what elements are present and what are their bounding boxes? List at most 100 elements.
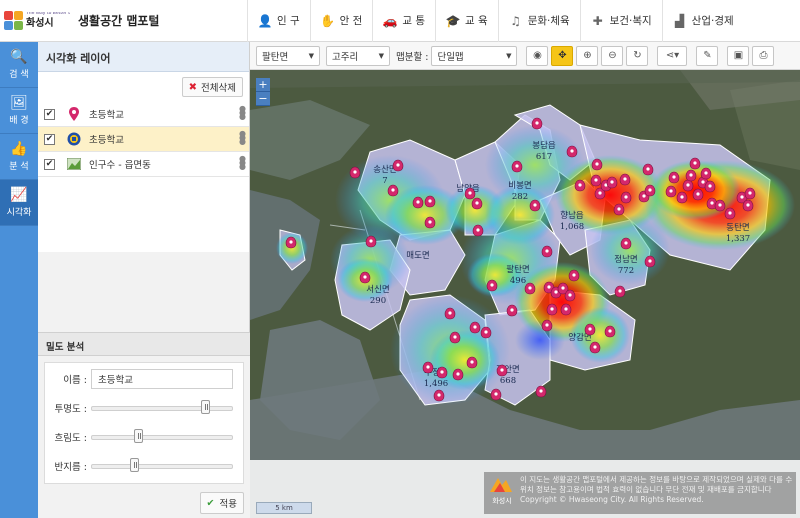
layer-checkbox[interactable]: ✔ [44,133,55,145]
layer-checkbox[interactable]: ✔ [44,108,55,120]
pan-button[interactable]: ✥ [551,45,574,66]
school-marker[interactable] [685,169,697,182]
school-marker[interactable] [531,117,543,130]
transparency-slider-thumb[interactable] [200,400,210,414]
name-input[interactable] [91,369,233,389]
district-select[interactable]: 팔탄면 ▼ [256,45,320,66]
school-marker[interactable] [704,180,716,193]
nav-item-5[interactable]: ✚ 보건·복지 [579,0,662,42]
layer-options-icon[interactable]: ● ● ● [239,105,246,121]
school-marker[interactable] [606,176,618,189]
school-marker[interactable] [472,224,484,237]
village-select[interactable]: 고주리 ▼ [326,45,390,66]
radius-slider-thumb[interactable] [129,458,139,472]
school-marker[interactable] [614,285,626,298]
map-zoom-in-button[interactable]: + [256,78,270,92]
school-marker[interactable] [524,282,536,295]
zoom-in-button[interactable]: ⊕ [576,45,599,66]
school-marker[interactable] [574,179,586,192]
school-marker[interactable] [541,319,553,332]
school-marker[interactable] [689,157,701,170]
layer-row-2[interactable]: ✔ 인구수 - 읍면동 ● ● ● [38,152,249,177]
school-marker[interactable] [642,163,654,176]
school-marker[interactable] [471,197,483,210]
school-marker[interactable] [466,356,478,369]
school-marker[interactable] [464,187,476,200]
layer-row-0[interactable]: ✔ 초등학교 ● ● ● [38,102,249,127]
school-marker[interactable] [511,160,523,173]
pencil-button[interactable]: ✎ [696,45,719,66]
school-marker[interactable] [392,159,404,172]
school-marker[interactable] [469,321,481,334]
school-marker[interactable] [620,237,632,250]
school-marker[interactable] [452,368,464,381]
school-marker[interactable] [486,279,498,292]
school-marker[interactable] [682,179,694,192]
school-marker[interactable] [700,167,712,180]
school-marker[interactable] [424,216,436,229]
school-marker[interactable] [412,196,424,209]
school-marker[interactable] [620,191,632,204]
school-marker[interactable] [480,326,492,339]
rail-item-2[interactable]: 👍 분 석 [0,134,38,180]
school-marker[interactable] [436,366,448,379]
school-marker[interactable] [714,199,726,212]
school-marker[interactable] [568,269,580,282]
school-marker[interactable] [490,388,502,401]
apply-button[interactable]: ✔ 적용 [199,492,244,514]
school-marker[interactable] [591,158,603,171]
globe-button[interactable]: ◉ [526,45,549,66]
school-marker[interactable] [359,271,371,284]
radius-slider[interactable] [91,458,233,472]
blur-slider[interactable] [91,429,233,443]
school-marker[interactable] [387,184,399,197]
nav-item-0[interactable]: 👤 인 구 [247,0,310,42]
city-logo[interactable]: The Way to Better Living 화성시 [0,10,70,31]
nav-item-6[interactable]: ▟ 산업·경제 [661,0,744,42]
print-button[interactable]: ⎙ [752,45,775,66]
layer-checkbox[interactable]: ✔ [44,158,55,170]
school-marker[interactable] [644,255,656,268]
school-marker[interactable] [560,303,572,316]
school-marker[interactable] [449,331,461,344]
school-marker[interactable] [676,191,688,204]
map-view[interactable]: 송산면7매도면남양읍비봉면282봉담읍617서신면290팔탄면496향남읍1,0… [250,70,800,518]
school-marker[interactable] [496,364,508,377]
school-marker[interactable] [546,303,558,316]
nav-item-2[interactable]: 🚗 교 통 [372,0,435,42]
school-marker[interactable] [566,145,578,158]
delete-all-button[interactable]: ✖ 전체삭제 [181,77,243,97]
school-marker[interactable] [668,171,680,184]
school-marker[interactable] [644,184,656,197]
image-button[interactable]: ▣ [727,45,750,66]
school-marker[interactable] [541,245,553,258]
refresh-button[interactable]: ↻ [626,45,649,66]
layer-options-icon[interactable]: ● ● ● [239,130,246,146]
school-marker[interactable] [424,195,436,208]
school-marker[interactable] [529,199,541,212]
nav-item-3[interactable]: 🎓 교 육 [435,0,498,42]
school-marker[interactable] [285,236,297,249]
school-marker[interactable] [590,174,602,187]
school-marker[interactable] [422,361,434,374]
school-marker[interactable] [619,173,631,186]
rail-item-0[interactable]: 🔍 검 색 [0,42,38,88]
school-marker[interactable] [665,185,677,198]
layer-row-1[interactable]: ✔ 초등학교 ● ● ● [38,127,249,152]
school-marker[interactable] [433,389,445,402]
split-select[interactable]: 단일맵 ▼ [431,45,518,66]
school-marker[interactable] [584,323,596,336]
school-marker[interactable] [506,304,518,317]
school-marker[interactable] [535,385,547,398]
school-marker[interactable] [349,166,361,179]
school-marker[interactable] [589,341,601,354]
school-marker[interactable] [365,235,377,248]
school-marker[interactable] [742,199,754,212]
school-marker[interactable] [604,325,616,338]
rail-item-3[interactable]: 📈 시각화 [0,180,38,226]
transparency-slider[interactable] [91,400,233,414]
school-marker[interactable] [444,307,456,320]
school-marker[interactable] [692,188,704,201]
zoom-out-button[interactable]: ⊖ [601,45,624,66]
map-zoom-out-button[interactable]: − [256,92,270,106]
